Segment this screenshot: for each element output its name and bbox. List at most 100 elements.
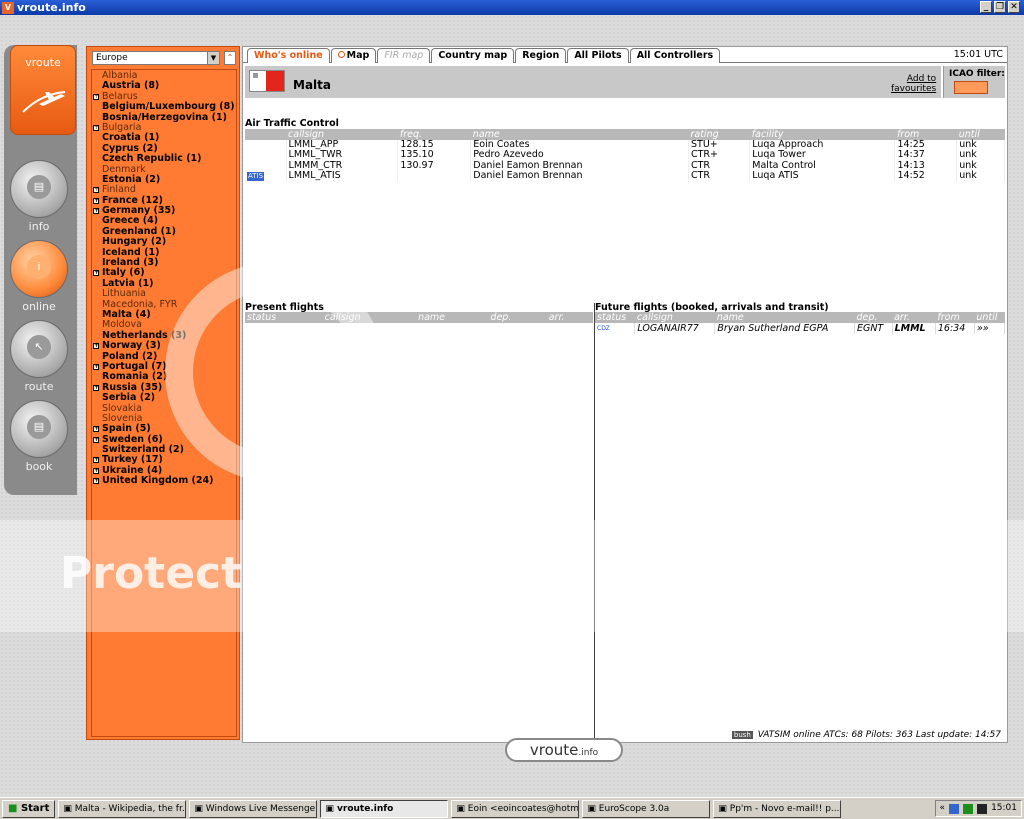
tab-map[interactable]: Map (330, 48, 377, 63)
tab-fir-map: FIR map (377, 48, 431, 63)
atc-row[interactable]: LMML_APP 128.15 Eoin Coates STU+ Luqa Approa… (245, 139, 1005, 151)
future-cell-dep: EGNT (854, 322, 893, 335)
atc-table: callsign freq. name rating facility from until… (245, 129, 1005, 182)
country-item[interactable]: + United Kingdom (24) (92, 476, 236, 486)
nav-online-button[interactable]: i online (8, 240, 70, 313)
future-cell-from: 16:34 (935, 323, 975, 335)
country-name: Bulgaria (102, 121, 142, 133)
taskbar-item[interactable]: ▣ Eoin <eoincoates@hotm... (451, 799, 580, 818)
present-col-header[interactable]: name (416, 312, 489, 323)
country-name: Cyprus (2) (102, 142, 158, 154)
future-flight-row[interactable]: CDZ LOGANAIR77 Bryan Sutherland EGPA EGNT LM… (595, 322, 1006, 335)
start-button[interactable]: ■ Start (2, 799, 56, 818)
taskbar-item[interactable]: ▣ Malta - Wikipedia, the fr... (58, 799, 187, 818)
future-name: Bryan Sutherland EGPA (717, 322, 829, 334)
vroute-bottom-logo[interactable]: vroute.info (505, 738, 623, 762)
country-name: Moldova (102, 319, 142, 331)
nav-route-button[interactable]: ↖ route (8, 320, 70, 393)
taskbar-item[interactable]: ▣ Pp'm - Novo e-mail!! p... (713, 799, 842, 818)
expand-icon[interactable]: + (93, 343, 99, 350)
expand-icon[interactable]: + (93, 187, 99, 194)
expand-icon[interactable]: + (93, 457, 99, 464)
future-col-header[interactable]: callsign (634, 312, 715, 323)
minimize-button[interactable]: _ (980, 1, 992, 13)
atc-cell-name: Daniel Eamon Brennan (470, 171, 689, 182)
expand-icon[interactable]: + (93, 478, 99, 485)
expand-icon[interactable]: + (93, 426, 99, 433)
present-col-header[interactable]: dep. (488, 312, 547, 323)
atc-col-header[interactable] (245, 129, 287, 140)
expand-icon[interactable]: + (93, 467, 99, 474)
future-col-header[interactable]: until (974, 312, 1005, 323)
tray-expand-icon[interactable]: « (940, 801, 946, 816)
country-name: Denmark (102, 163, 146, 175)
country-name: Austria (8) (102, 80, 160, 92)
taskbar-item[interactable]: ▣ EuroScope 3.0a (582, 799, 711, 818)
taskbar-item[interactable]: ▣ vroute.info (320, 799, 449, 818)
country-name: Czech Republic (1) (102, 153, 202, 165)
country-name: Albania (102, 70, 138, 81)
nav-book-button[interactable]: ▤ book (8, 400, 70, 473)
future-col-header[interactable]: from (935, 312, 975, 323)
country-name: Spain (5) (102, 423, 151, 435)
vroute-logo[interactable]: vroute (10, 45, 76, 135)
present-col-header[interactable]: arr. (546, 312, 593, 323)
expand-icon[interactable]: + (93, 436, 99, 443)
expand-icon[interactable]: + (93, 124, 99, 131)
atc-callsign: LMML_TWR (288, 149, 343, 161)
nav-info-button[interactable]: ▤ info (8, 160, 70, 233)
tab-label: Who's online (254, 50, 323, 61)
expand-icon[interactable]: + (93, 363, 99, 370)
app-tray-icon[interactable] (977, 803, 988, 814)
future-col-header[interactable]: status (595, 312, 635, 323)
icao-filter-box: ICAO filter: (943, 66, 1005, 98)
taskbar-app-icon: ▣ (456, 803, 468, 814)
atc-rating: CTR (690, 170, 711, 182)
tab-country-map[interactable]: Country map (431, 48, 515, 63)
future-col-header[interactable]: name (714, 312, 855, 323)
atc-cell-until: unk (956, 171, 1005, 182)
tab-all-pilots[interactable]: All Pilots (567, 48, 629, 63)
expand-icon[interactable]: + (93, 208, 99, 215)
future-dep: EGNT (856, 322, 884, 334)
atc-section-title: Air Traffic Control (245, 118, 339, 129)
atc-row[interactable]: ATIS LMML_ATIS Daniel Eamon Brennan CTR Luqa… (245, 170, 1005, 182)
tab-all-controllers[interactable]: All Controllers (629, 48, 721, 63)
expand-icon[interactable]: + (93, 384, 99, 391)
restore-button[interactable]: ❐ (994, 1, 1006, 13)
close-button[interactable]: ✕ (1008, 1, 1020, 13)
region-select[interactable]: Europe ▼ (92, 51, 220, 65)
atc-rating: CTR+ (690, 149, 718, 161)
taskbar-item[interactable]: ▣ Windows Live Messenger (189, 799, 318, 818)
bush-badge: bush (731, 731, 753, 739)
expand-icon[interactable]: + (93, 93, 99, 100)
atc-row[interactable]: LMMM_CTR 130.97 Daniel Eamon Brennan CTR Mal… (245, 159, 1005, 172)
icao-filter-label: ICAO filter: (949, 69, 1005, 79)
collapse-icon[interactable]: ⌃ (224, 51, 236, 65)
tab-region[interactable]: Region (515, 48, 567, 63)
future-col-header[interactable]: dep. (854, 312, 893, 323)
country-title: Malta (293, 78, 331, 92)
book-icon: ▤ (10, 400, 68, 458)
network-icon[interactable] (949, 803, 960, 814)
tab-who-s-online[interactable]: Who's online (247, 48, 330, 63)
icao-filter-input[interactable] (954, 81, 988, 94)
atc-row[interactable]: LMML_TWR 135.10 Pedro Azevedo CTR+ Luqa Towe… (245, 149, 1005, 161)
country-name: Bosnia/Herzegovina (1) (102, 111, 227, 123)
country-name: Serbia (2) (102, 392, 156, 404)
present-col-header[interactable]: callsign (322, 312, 417, 323)
atc-cell-freq: 130.97 (397, 160, 472, 172)
tab-label: Map (346, 50, 370, 61)
window-title: vroute.info (17, 1, 86, 14)
atc-callsign: LMMM_CTR (288, 159, 343, 171)
present-col-header[interactable]: status (245, 312, 323, 323)
country-panel: Europe ▼ ⌃ Albania Austria (8) + Belarus Bel… (86, 46, 240, 740)
atc-cell-badge: ATIS (245, 171, 287, 182)
messenger-icon[interactable] (963, 803, 974, 814)
future-col-header[interactable]: arr. (892, 312, 936, 323)
expand-icon[interactable]: + (93, 270, 99, 277)
chevron-down-icon[interactable]: ▼ (207, 52, 219, 64)
atc-cell-badge (245, 150, 287, 161)
expand-icon[interactable]: + (93, 197, 99, 204)
add-to-favourites-link[interactable]: Add to favourites (891, 74, 936, 94)
